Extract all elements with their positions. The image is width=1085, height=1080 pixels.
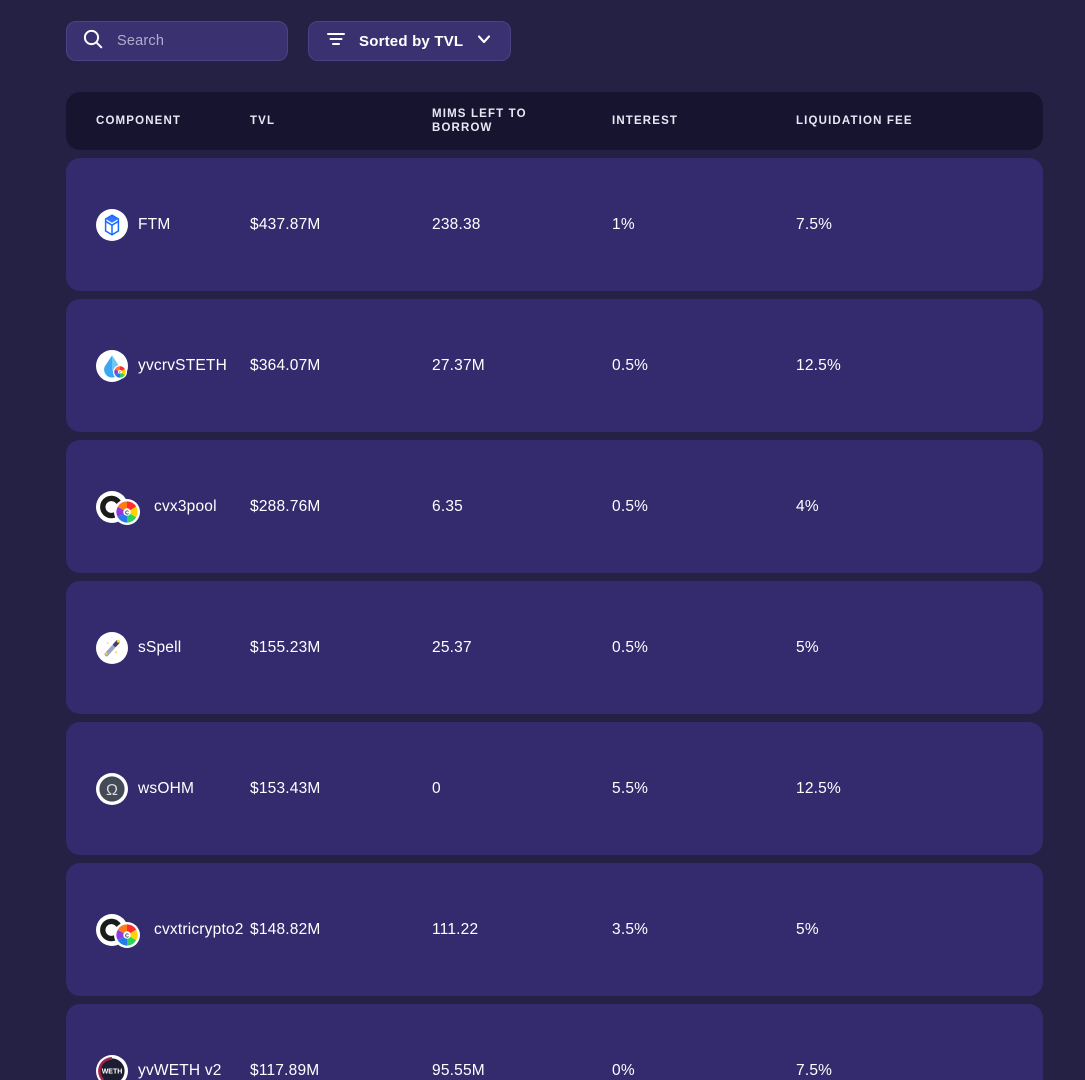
cell-component: wsOHM <box>66 773 250 805</box>
cell-liquidation-fee: 5% <box>796 921 996 939</box>
cell-component: sSpell <box>66 632 250 664</box>
chevron-down-icon <box>475 30 493 53</box>
cell-liquidation-fee: 12.5% <box>796 780 996 798</box>
convex-curve-icon <box>96 914 144 946</box>
cell-tvl: $117.89M <box>250 1062 432 1080</box>
cell-mims-left-to-borrow: 25.37 <box>432 639 612 657</box>
cell-interest: 5.5% <box>612 780 796 798</box>
weth-icon <box>96 1055 128 1080</box>
table-body: FTM $437.87M 238.38 1% 7.5%yvcrvSTETH $3… <box>66 158 1043 1080</box>
lido-steth-icon <box>96 350 128 382</box>
column-header-liquidation-fee: LIQUIDATION FEE <box>796 114 996 128</box>
cell-mims-left-to-borrow: 95.55M <box>432 1062 612 1080</box>
table-row[interactable]: FTM $437.87M 238.38 1% 7.5% <box>66 158 1043 291</box>
cell-interest: 3.5% <box>612 921 796 939</box>
cell-component: yvWETH v2 <box>66 1055 250 1080</box>
cell-liquidation-fee: 12.5% <box>796 357 996 375</box>
component-name: FTM <box>138 216 170 234</box>
cell-mims-left-to-borrow: 27.37M <box>432 357 612 375</box>
cell-mims-left-to-borrow: 0 <box>432 780 612 798</box>
cell-component: yvcrvSTETH <box>66 350 250 382</box>
cell-mims-left-to-borrow: 111.22 <box>432 921 612 939</box>
table-row[interactable]: cvxtricrypto2 $148.82M 111.22 3.5% 5% <box>66 863 1043 996</box>
toolbar: Sorted by TVL <box>66 21 511 61</box>
cell-component: cvx3pool <box>66 491 250 523</box>
component-name: yvWETH v2 <box>138 1062 222 1080</box>
filter-icon <box>325 28 347 55</box>
table-row[interactable]: yvcrvSTETH $364.07M 27.37M 0.5% 12.5% <box>66 299 1043 432</box>
cell-mims-left-to-borrow: 238.38 <box>432 216 612 234</box>
component-name: yvcrvSTETH <box>138 357 227 375</box>
component-name: wsOHM <box>138 780 194 798</box>
sort-button-label: Sorted by TVL <box>359 33 463 50</box>
cell-interest: 1% <box>612 216 796 234</box>
cell-mims-left-to-borrow: 6.35 <box>432 498 612 516</box>
cell-tvl: $288.76M <box>250 498 432 516</box>
cell-liquidation-fee: 5% <box>796 639 996 657</box>
sort-button[interactable]: Sorted by TVL <box>308 21 511 61</box>
table-row[interactable]: wsOHM $153.43M 0 5.5% 12.5% <box>66 722 1043 855</box>
cell-liquidation-fee: 7.5% <box>796 1062 996 1080</box>
cell-component: cvxtricrypto2 <box>66 914 250 946</box>
markets-page: Sorted by TVL COMPONENT TVL MIMS LEFT TO… <box>0 0 1085 1080</box>
olympus-omega-icon <box>96 773 128 805</box>
table-row[interactable]: cvx3pool $288.76M 6.35 0.5% 4% <box>66 440 1043 573</box>
cell-liquidation-fee: 7.5% <box>796 216 996 234</box>
column-header-tvl: TVL <box>250 114 432 128</box>
cell-tvl: $437.87M <box>250 216 432 234</box>
cell-component: FTM <box>66 209 250 241</box>
search-icon <box>81 27 105 56</box>
cell-interest: 0.5% <box>612 639 796 657</box>
cell-interest: 0.5% <box>612 498 796 516</box>
search-input[interactable] <box>117 33 304 49</box>
table-row[interactable]: yvWETH v2 $117.89M 95.55M 0% 7.5% <box>66 1004 1043 1080</box>
column-header-interest: INTEREST <box>612 114 796 128</box>
component-name: cvxtricrypto2 <box>154 921 244 939</box>
cell-tvl: $148.82M <box>250 921 432 939</box>
fantom-icon <box>96 209 128 241</box>
cell-interest: 0.5% <box>612 357 796 375</box>
cell-tvl: $153.43M <box>250 780 432 798</box>
component-name: sSpell <box>138 639 181 657</box>
cell-liquidation-fee: 4% <box>796 498 996 516</box>
table-row[interactable]: sSpell $155.23M 25.37 0.5% 5% <box>66 581 1043 714</box>
markets-table: COMPONENT TVL MIMS LEFT TO BORROW INTERE… <box>66 92 1043 1080</box>
cell-interest: 0% <box>612 1062 796 1080</box>
component-name: cvx3pool <box>154 498 217 516</box>
spell-wand-icon <box>96 632 128 664</box>
column-header-mims-left-to-borrow: MIMS LEFT TO BORROW <box>432 107 612 135</box>
table-header-row: COMPONENT TVL MIMS LEFT TO BORROW INTERE… <box>66 92 1043 150</box>
cell-tvl: $155.23M <box>250 639 432 657</box>
convex-curve-icon <box>96 491 144 523</box>
search-box[interactable] <box>66 21 288 61</box>
cell-tvl: $364.07M <box>250 357 432 375</box>
column-header-component: COMPONENT <box>66 114 250 128</box>
